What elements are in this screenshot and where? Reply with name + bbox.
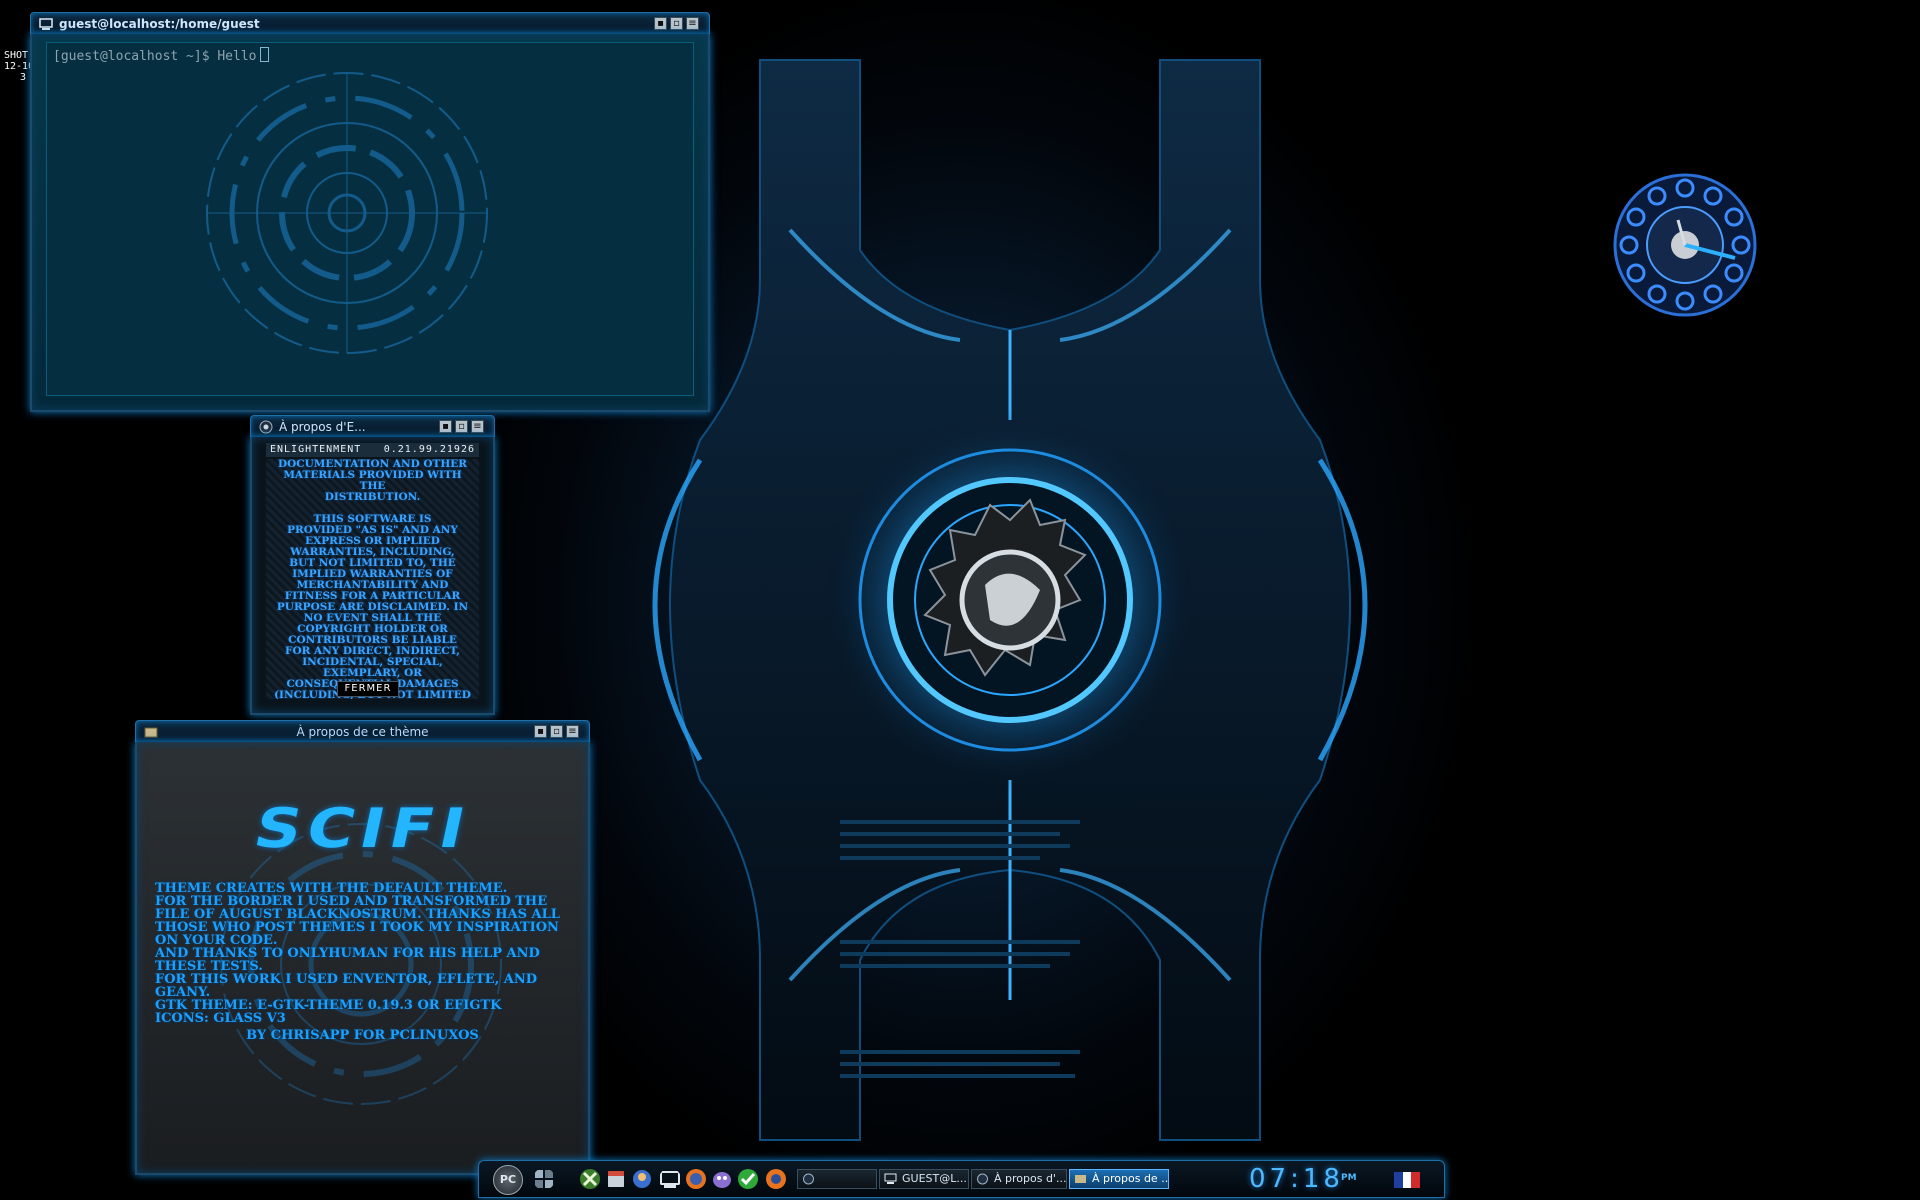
xfce-settings-icon[interactable] — [579, 1168, 601, 1190]
enlightenment-icon — [259, 420, 273, 434]
theme-icon — [1075, 1175, 1086, 1183]
task-label: À propos d'... — [994, 1172, 1067, 1185]
maximize-button[interactable]: ▫ — [455, 420, 468, 433]
maximize-button[interactable]: ▫ — [670, 17, 683, 30]
about-e-title: À propos d'E... — [279, 420, 366, 434]
theme-frame: SCIFI THEME CREATES WITH THE DEFAULT THE… — [135, 742, 590, 1175]
about-enlightenment-window[interactable]: À propos d'E... ▪ ▫ ≡ ENLIGHTENMENT 0.21… — [250, 415, 495, 715]
checkmark-icon[interactable] — [737, 1168, 759, 1190]
enlightenment-icon — [977, 1173, 988, 1185]
terminal-cursor — [259, 47, 269, 62]
terminal-title: guest@localhost:/home/guest — [59, 17, 260, 31]
terminal-frame: [guest@localhost ~]$ Hello — [30, 34, 710, 412]
about-e-titlebar[interactable]: À propos d'E... ▪ ▫ ≡ — [250, 415, 495, 439]
about-e-frame: ENLIGHTENMENT 0.21.99.21926 DOCUMENTATIO… — [250, 437, 495, 715]
theme-content: SCIFI THEME CREATES WITH THE DEFAULT THE… — [151, 754, 574, 1157]
enlightenment-icon — [803, 1173, 814, 1185]
terminal-titlebar[interactable]: guest@localhost:/home/guest ▪ ▫ ≡ — [30, 12, 710, 36]
app-version: 0.21.99.21926 — [383, 444, 475, 455]
terminal-prompt-line: [guest@localhost ~]$ Hello — [53, 47, 269, 64]
pidgin-icon[interactable] — [711, 1168, 733, 1190]
theme-description: THEME CREATES WITH THE DEFAULT THEME. FO… — [155, 882, 570, 1025]
taskbar-task-terminal[interactable]: GUEST@L... — [879, 1169, 969, 1189]
scifi-logo: SCIFI — [248, 797, 477, 861]
app-name: ENLIGHTENMENT — [270, 444, 362, 455]
theme-title: À propos de ce thème — [296, 725, 429, 739]
clock-ampm: PM — [1341, 1173, 1357, 1183]
theme-text-line: FOR THIS WORK I USED ENVENTOR, EFLETE, A… — [155, 972, 538, 987]
taskbar-task-enlightenment[interactable] — [797, 1169, 877, 1189]
task-label: GUEST@L... — [902, 1172, 967, 1185]
about-theme-window[interactable]: À propos de ce thème ▪ ▫ ≡ SCIFI THEME C… — [135, 720, 590, 1175]
keyboard-layout-flag-icon[interactable] — [1394, 1172, 1421, 1188]
task-label: À propos de ... — [1092, 1172, 1169, 1185]
taskbar: PC GUEST@L... À propos d'... À propos de… — [478, 1160, 1445, 1198]
close-button[interactable]: ≡ — [566, 725, 579, 738]
license-text[interactable]: DOCUMENTATION AND OTHER MATERIALS PROVID… — [266, 459, 479, 699]
start-menu-button[interactable]: PC — [493, 1165, 523, 1195]
theme-text-line: ICONS: GLASS V3 — [155, 1011, 286, 1026]
taskbar-task-about-theme[interactable]: À propos de ... — [1069, 1169, 1169, 1189]
terminal-icon — [39, 18, 53, 30]
desktop-pager-icon[interactable] — [533, 1168, 555, 1190]
terminal-content[interactable]: [guest@localhost ~]$ Hello — [46, 42, 694, 396]
maximize-button[interactable]: ▫ — [550, 725, 563, 738]
terminal-window[interactable]: guest@localhost:/home/guest ▪ ▫ ≡ [guest… — [30, 12, 710, 412]
terminal-icon — [884, 1173, 897, 1184]
close-button[interactable]: ≡ — [686, 17, 699, 30]
theme-titlebar[interactable]: À propos de ce thème ▪ ▫ ≡ — [135, 720, 590, 744]
license-line: MATERIALS PROVIDED WITH THE — [283, 469, 462, 492]
terminal-prompt-text: [guest@localhost ~]$ Hello — [53, 49, 257, 64]
about-e-header: ENLIGHTENMENT 0.21.99.21926 — [266, 443, 479, 457]
minimize-button[interactable]: ▪ — [654, 17, 667, 30]
firefox-alt-icon[interactable] — [765, 1168, 787, 1190]
taskbar-task-about-e[interactable]: À propos d'... — [971, 1169, 1067, 1189]
minimize-button[interactable]: ▪ — [534, 725, 547, 738]
clock-gadget[interactable] — [1610, 170, 1760, 320]
minimize-button[interactable]: ▪ — [439, 420, 452, 433]
control-center-icon[interactable] — [631, 1168, 653, 1190]
firefox-icon[interactable] — [685, 1168, 707, 1190]
close-button[interactable]: ≡ — [471, 420, 484, 433]
terminal-hud-graphic — [206, 72, 488, 354]
package-manager-icon[interactable] — [605, 1168, 627, 1190]
fermer-button[interactable]: FERMER — [337, 681, 399, 697]
theme-credit: BY CHRISAPP FOR PCLINUXOS — [246, 1028, 479, 1043]
terminal-launcher-icon[interactable] — [659, 1168, 681, 1190]
